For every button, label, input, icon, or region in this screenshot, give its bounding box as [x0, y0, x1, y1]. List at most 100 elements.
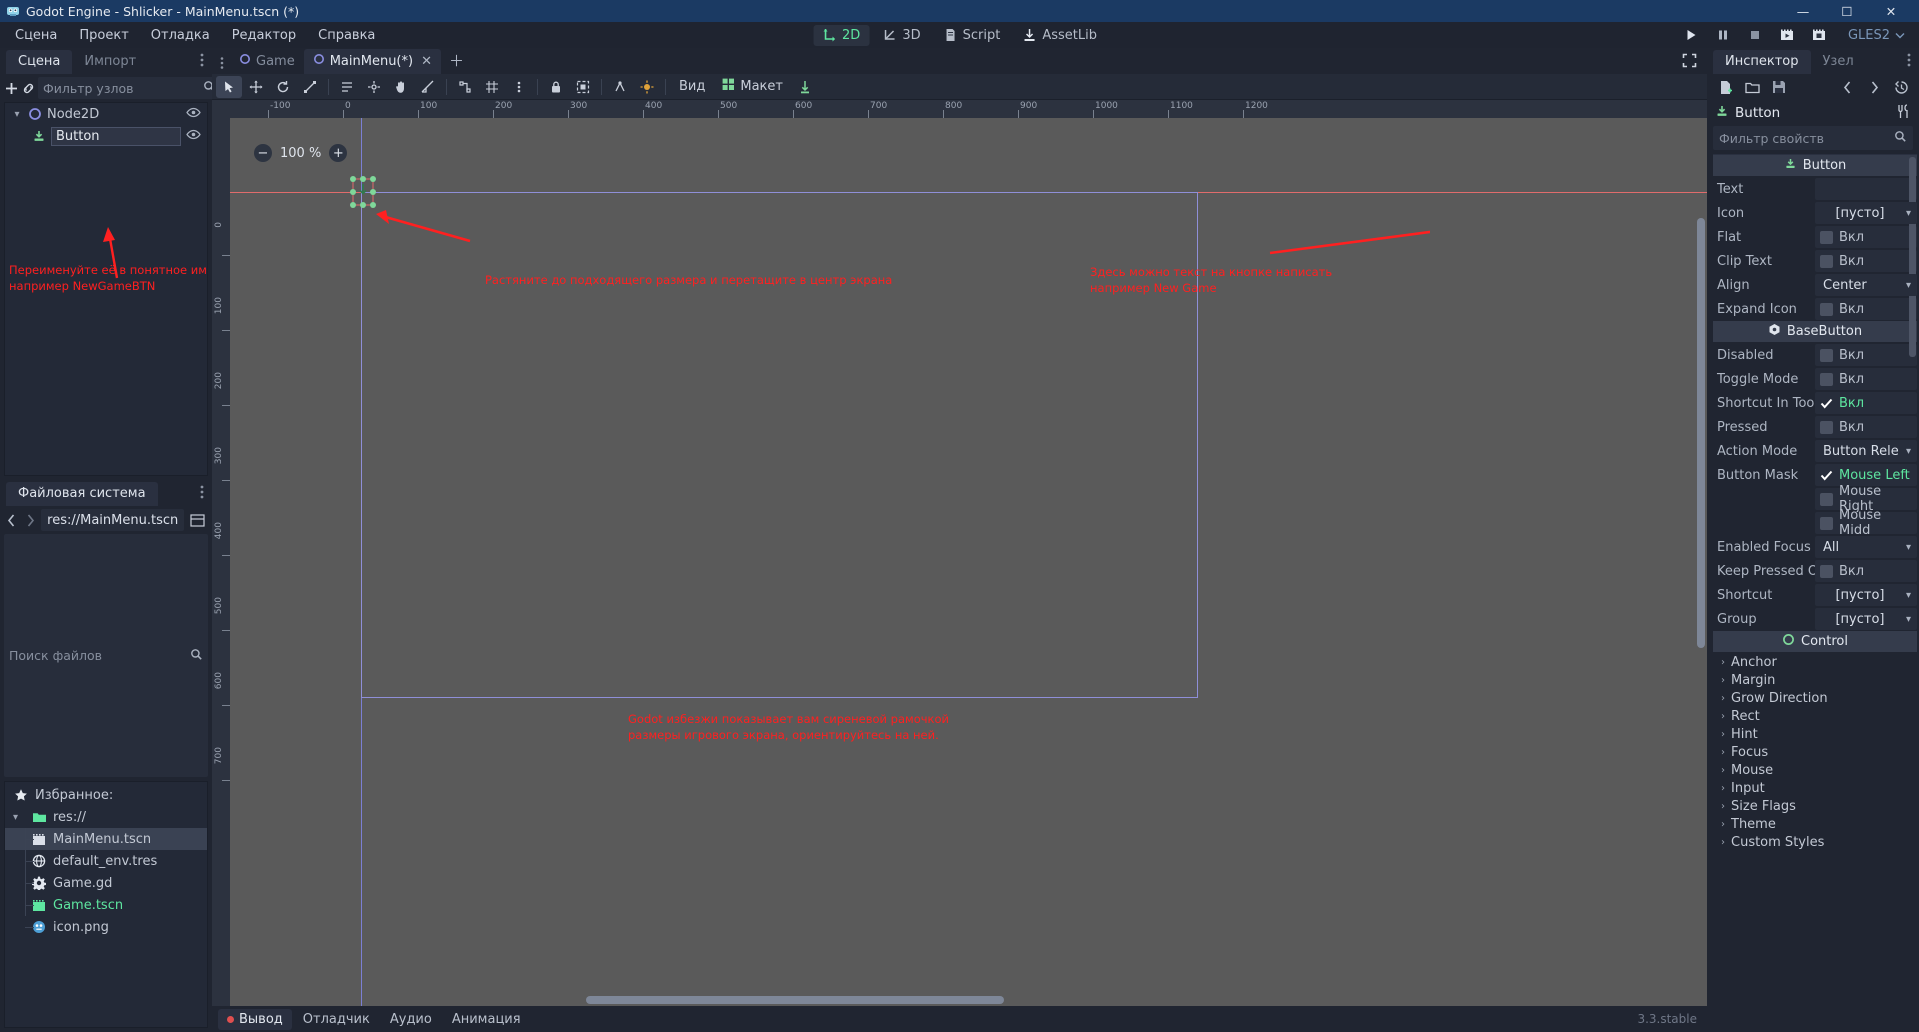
menu-help[interactable]: Справка — [307, 25, 386, 46]
file-search-input[interactable] — [9, 648, 186, 663]
property-keep-pressed-outside[interactable]: Keep Pressed O Вкл — [1713, 559, 1917, 583]
chevron-right-icon[interactable]: › — [1721, 729, 1725, 740]
lock-icon[interactable] — [543, 76, 569, 98]
node-filter-box[interactable] — [38, 77, 221, 99]
bottom-tab-audio[interactable]: Аудио — [381, 1009, 441, 1030]
viewport-2d[interactable]: -100 0 100 200 300 400 500 600 700 800 9… — [212, 100, 1707, 1006]
property-button-mask-middle-row[interactable]: Mouse Midd — [1713, 508, 1917, 538]
inspector-dock-menu-icon[interactable] — [1903, 52, 1915, 72]
add-scene-tab-button[interactable]: ＋ — [441, 47, 472, 74]
property-group-rect[interactable]: › Rect — [1713, 707, 1917, 725]
skeleton-icon[interactable] — [607, 76, 633, 98]
tab-assetlib[interactable]: AssetLib — [1013, 25, 1106, 46]
tab-import[interactable]: Импорт — [72, 50, 148, 74]
scene-dock-menu-icon[interactable] — [196, 52, 208, 72]
scene-tab-game[interactable]: Game — [230, 49, 304, 74]
file-tree[interactable]: Избранное: ▾ res:// MainMenu.tscn defaul… — [4, 781, 208, 1028]
animation-key-icon[interactable] — [792, 76, 818, 98]
property-filter-input[interactable] — [1719, 130, 1890, 146]
horizontal-scrollbar[interactable] — [230, 996, 1707, 1004]
property-button-mask-mouse-right[interactable]: Mouse Right — [1815, 484, 1917, 514]
chevron-right-icon[interactable]: › — [1721, 837, 1725, 848]
chevron-right-icon[interactable]: › — [1721, 801, 1725, 812]
grid-snap-icon[interactable] — [479, 76, 505, 98]
bottom-tab-animation[interactable]: Анимация — [443, 1009, 530, 1030]
snap-options-icon[interactable] — [506, 76, 532, 98]
property-shortcut[interactable]: Shortcut [пусто] ▾ — [1713, 583, 1917, 607]
play-scene-button[interactable] — [1772, 24, 1802, 46]
property-button-mask-mouse-left[interactable]: Mouse Left — [1815, 464, 1917, 486]
property-group[interactable]: Group [пусто] ▾ — [1713, 607, 1917, 631]
property-group-theme[interactable]: › Theme — [1713, 815, 1917, 833]
group-icon[interactable] — [570, 76, 596, 98]
property-group-margin[interactable]: › Margin — [1713, 671, 1917, 689]
property-group-anchor[interactable]: › Anchor — [1713, 653, 1917, 671]
split-mode-icon[interactable] — [187, 509, 208, 531]
property-toggle-mode[interactable]: Toggle Mode Вкл — [1713, 367, 1917, 391]
property-group-input[interactable]: › Input — [1713, 779, 1917, 797]
property-icon-dropdown[interactable]: [пусто] ▾ — [1815, 202, 1917, 224]
stop-button[interactable] — [1740, 24, 1770, 46]
pause-button[interactable] — [1708, 24, 1738, 46]
chevron-down-icon[interactable]: ▾ — [11, 109, 23, 120]
chevron-right-icon[interactable]: › — [1721, 657, 1725, 668]
instance-scene-icon[interactable] — [21, 77, 36, 99]
property-pressed[interactable]: Pressed Вкл — [1713, 415, 1917, 439]
scale-tool-icon[interactable] — [297, 76, 323, 98]
property-align[interactable]: Align Center ▾ — [1713, 273, 1917, 297]
tab-filesystem[interactable]: Файловая система — [6, 482, 158, 506]
current-path[interactable]: res://MainMenu.tscn — [41, 509, 185, 531]
property-disabled-checkbox[interactable]: Вкл — [1815, 344, 1917, 366]
chevron-right-icon[interactable]: › — [1721, 711, 1725, 722]
property-icon[interactable]: Icon [пусто] ▾ — [1713, 201, 1917, 225]
add-node-icon[interactable] — [4, 77, 19, 99]
pivot-tool-icon[interactable] — [361, 76, 387, 98]
tab-node[interactable]: Узел — [1811, 50, 1866, 74]
property-flat-checkbox[interactable]: Вкл — [1815, 226, 1917, 248]
tab-script[interactable]: Script — [934, 25, 1010, 46]
file-default-env-tres[interactable]: default_env.tres — [5, 850, 207, 872]
save-resource-icon[interactable] — [1767, 76, 1791, 98]
minimize-button[interactable]: — — [1781, 0, 1825, 22]
property-group-grow-direction[interactable]: › Grow Direction — [1713, 689, 1917, 707]
renderer-selector[interactable]: GLES2 — [1842, 26, 1911, 45]
play-button[interactable] — [1676, 24, 1706, 46]
file-game-gd[interactable]: Game.gd — [5, 872, 207, 894]
property-group-dropdown[interactable]: [пусто] ▾ — [1815, 608, 1917, 630]
scene-node-node2d[interactable]: ▾ Node2D — [5, 103, 207, 125]
load-resource-icon[interactable] — [1740, 76, 1764, 98]
zoom-level-label[interactable]: 100 % — [280, 146, 321, 161]
property-expand-icon[interactable]: Expand Icon Вкл — [1713, 297, 1917, 321]
tab-scene[interactable]: Сцена — [6, 50, 73, 74]
property-align-dropdown[interactable]: Center ▾ — [1815, 274, 1917, 296]
file-search-box[interactable] — [4, 534, 208, 777]
close-icon[interactable]: ✕ — [421, 54, 432, 69]
property-flat[interactable]: Flat Вкл — [1713, 225, 1917, 249]
property-shortcut-in-tooltip-checkbox[interactable]: Вкл — [1815, 392, 1917, 414]
bottom-tab-debugger[interactable]: Отладчик — [294, 1009, 379, 1030]
chevron-right-icon[interactable]: › — [1721, 819, 1725, 830]
select-tool-icon[interactable] — [216, 75, 242, 98]
property-list[interactable]: Button Text Icon [пусто] ▾ Flat Вкл Clip… — [1713, 154, 1917, 1032]
filesystem-dock-menu-icon[interactable] — [196, 484, 208, 504]
zoom-in-button[interactable]: + — [329, 144, 348, 162]
play-custom-scene-button[interactable] — [1804, 24, 1834, 46]
object-tools-icon[interactable] — [1896, 103, 1911, 123]
visibility-icon[interactable] — [186, 129, 201, 144]
button-node-gizmo[interactable] — [349, 176, 376, 208]
property-shortcut-dropdown[interactable]: [пусто] ▾ — [1815, 584, 1917, 606]
chevron-down-icon[interactable]: ▾ — [13, 812, 25, 823]
property-button-mask-mouse-middle[interactable]: Mouse Midd — [1815, 508, 1917, 538]
view-menu[interactable]: Вид — [671, 77, 713, 96]
property-group-size-flags[interactable]: › Size Flags — [1713, 797, 1917, 815]
property-toggle-mode-checkbox[interactable]: Вкл — [1815, 368, 1917, 390]
history-icon[interactable] — [1889, 76, 1913, 98]
node-filter-input[interactable] — [43, 80, 199, 96]
nav-forward-icon[interactable] — [23, 509, 39, 531]
lightmask-icon[interactable] — [634, 76, 660, 98]
chevron-right-icon[interactable]: › — [1721, 783, 1725, 794]
property-action-mode[interactable]: Action Mode Button Rele ▾ — [1713, 439, 1917, 463]
property-group-focus[interactable]: › Focus — [1713, 743, 1917, 761]
node-rename-input[interactable]: Button — [51, 126, 181, 146]
property-enabled-focus-dropdown[interactable]: All ▾ — [1815, 536, 1917, 558]
